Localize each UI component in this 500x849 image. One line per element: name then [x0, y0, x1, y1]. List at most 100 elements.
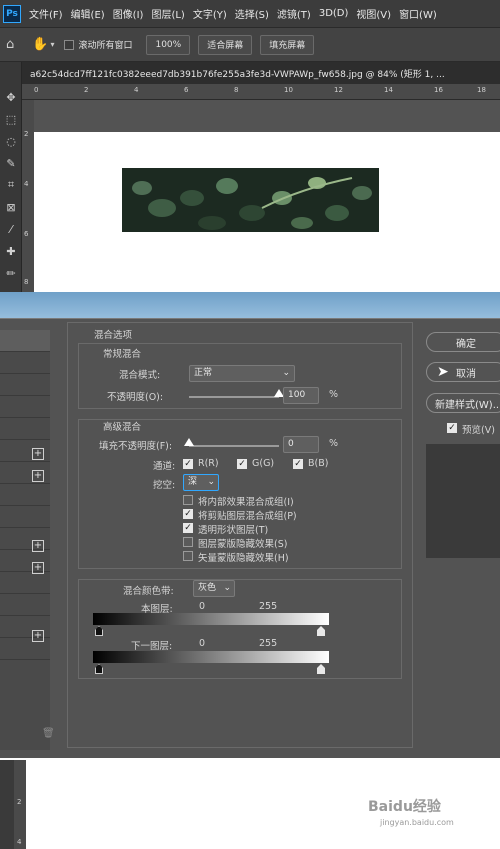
ok-button[interactable]: 确定 — [426, 332, 500, 352]
chevron-down-icon: ⌄ — [223, 583, 231, 593]
quick-select-tool-icon[interactable]: ✎ — [0, 152, 22, 174]
style-row[interactable] — [0, 506, 50, 528]
menu-filter[interactable]: 滤镜(T) — [277, 6, 311, 21]
fill-opacity-slider-handle[interactable] — [184, 438, 194, 446]
crop-tool-icon[interactable]: ⌗ — [0, 174, 22, 196]
ruler-tick: 2 — [17, 798, 22, 806]
blend-if-value: 灰色 — [198, 583, 217, 593]
style-row[interactable] — [0, 352, 50, 374]
scroll-all-checkbox[interactable] — [64, 39, 75, 50]
knockout-label: 挖空: — [153, 480, 176, 491]
style-row[interactable] — [0, 418, 50, 440]
frame-tool-icon[interactable]: ⊠ — [0, 196, 22, 218]
styles-list-panel: + + + + + 🗑 — [0, 330, 55, 750]
fill-screen-button[interactable]: 填充屏幕 — [260, 34, 315, 55]
this-layer-white-stop[interactable] — [317, 626, 325, 636]
trash-icon[interactable]: 🗑 — [42, 728, 55, 739]
zoom-100-button[interactable]: 100% — [146, 34, 191, 55]
blend-mode-select[interactable]: 正常 ⌄ — [189, 365, 295, 382]
style-row[interactable] — [0, 484, 50, 506]
ruler-tick: 6 — [184, 86, 189, 94]
ruler-tick: 4 — [17, 838, 22, 846]
menu-bar: Ps 文件(F) 编辑(E) 图像(I) 图层(L) 文字(Y) 选择(S) 滤… — [0, 0, 500, 28]
this-layer-gradient-bar — [93, 613, 329, 625]
hand-tool-icon[interactable]: ✋ — [32, 37, 48, 52]
add-effect-icon[interactable]: + — [32, 562, 44, 574]
menu-window[interactable]: 窗口(W) — [399, 6, 437, 21]
add-effect-icon[interactable]: + — [32, 540, 44, 552]
underlying-layer-min-value: 0 — [199, 638, 206, 649]
fill-opacity-input[interactable]: 0 — [283, 436, 319, 453]
channel-g-label: G(G) — [252, 458, 275, 469]
menu-layer[interactable]: 图层(L) — [151, 6, 184, 21]
vector-mask-hides-effects-checkbox[interactable] — [183, 551, 193, 561]
vector-mask-hides-effects-label: 矢量蒙版隐藏效果(H) — [198, 553, 289, 564]
style-row[interactable] — [0, 594, 50, 616]
ruler-tick: 8 — [24, 278, 29, 286]
style-row-selected[interactable] — [0, 330, 50, 352]
eyedropper-tool-icon[interactable]: ⁄ — [0, 218, 22, 240]
channels-label: 通道: — [153, 461, 176, 472]
style-row[interactable] — [0, 396, 50, 418]
marquee-tool-icon[interactable]: ⬚ — [0, 108, 22, 130]
knockout-select[interactable]: 深 ⌄ — [183, 474, 219, 491]
channel-r-label: R(R) — [198, 458, 219, 469]
layer-mask-hides-effects-checkbox[interactable] — [183, 537, 193, 547]
underlying-layer-white-stop[interactable] — [317, 664, 325, 674]
menu-view[interactable]: 视图(V) — [356, 6, 391, 21]
healing-brush-tool-icon[interactable]: ✚ — [0, 240, 22, 262]
add-effect-icon[interactable]: + — [32, 448, 44, 460]
blending-options-panel: 混合选项 常规混合 混合模式: 正常 ⌄ 不透明度(O): 100 % 高级混合… — [67, 322, 413, 748]
channel-b-checkbox[interactable]: ✓ — [293, 459, 303, 469]
underlying-layer-black-stop[interactable] — [95, 664, 103, 674]
blend-clipped-layers-checkbox[interactable]: ✓ — [183, 509, 193, 519]
menu-type[interactable]: 文字(Y) — [193, 6, 227, 21]
fill-opacity-label: 填充不透明度(F): — [99, 441, 173, 452]
transparency-shapes-layer-checkbox[interactable]: ✓ — [183, 523, 193, 533]
blend-interior-effects-checkbox[interactable] — [183, 495, 193, 505]
fit-screen-button[interactable]: 适合屏幕 — [198, 34, 253, 55]
preview-checkbox[interactable]: ✓ — [447, 423, 457, 433]
menu-select[interactable]: 选择(S) — [235, 6, 269, 21]
menu-3d[interactable]: 3D(D) — [319, 8, 349, 19]
style-row[interactable] — [0, 374, 50, 396]
style-row[interactable] — [0, 572, 50, 594]
underlying-layer-label: 下一图层: — [131, 641, 173, 652]
leaves-image — [122, 168, 379, 232]
general-blending-group: 常规混合 混合模式: 正常 ⌄ 不透明度(O): 100 % — [78, 343, 402, 409]
add-effect-icon[interactable]: + — [32, 470, 44, 482]
underlying-layer-gradient-bar — [93, 651, 329, 663]
blend-interior-effects-label: 将内部效果混合成组(I) — [198, 497, 294, 508]
advanced-blending-title: 高级混合 — [103, 422, 142, 433]
section-title-blend-options: 混合选项 — [94, 330, 133, 341]
add-effect-icon[interactable]: + — [32, 630, 44, 642]
opacity-slider-track[interactable] — [189, 396, 279, 398]
document-tab[interactable]: a62c54dcd7ff121fc0382eeed7db391b76fe255a… — [22, 62, 500, 84]
chevron-down-icon[interactable]: ▾ — [50, 40, 54, 49]
channel-g-checkbox[interactable]: ✓ — [237, 459, 247, 469]
baidu-jingyan-watermark: Baidu经验 — [368, 799, 441, 815]
home-icon[interactable]: ⌂ — [6, 37, 14, 52]
new-style-button[interactable]: 新建样式(W)... — [426, 393, 500, 413]
menu-edit[interactable]: 编辑(E) — [71, 6, 105, 21]
chevron-down-icon: ⌄ — [207, 477, 215, 487]
ruler-tick: 6 — [24, 230, 29, 238]
tools-panel: ✥ ⬚ ◌ ✎ ⌗ ⊠ ⁄ ✚ ✏ — [0, 62, 22, 292]
lasso-tool-icon[interactable]: ◌ — [0, 130, 22, 152]
blend-mode-value: 正常 — [194, 368, 213, 378]
layer-mask-hides-effects-label: 图层蒙版隐藏效果(S) — [198, 539, 288, 550]
ruler-left: 2 4 6 8 — [22, 100, 34, 295]
ruler-tick: 2 — [84, 86, 89, 94]
leaves-photo-layer[interactable] — [122, 168, 379, 232]
fill-opacity-slider-track[interactable] — [189, 445, 279, 447]
menu-image[interactable]: 图像(I) — [113, 6, 144, 21]
ruler-tick: 10 — [284, 86, 293, 94]
this-layer-max-value: 255 — [259, 601, 278, 612]
blend-if-select[interactable]: 灰色 ⌄ — [193, 580, 235, 597]
menu-file[interactable]: 文件(F) — [29, 6, 63, 21]
brush-tool-icon[interactable]: ✏ — [0, 262, 22, 284]
move-tool-icon[interactable]: ✥ — [0, 86, 22, 108]
this-layer-black-stop[interactable] — [95, 626, 103, 636]
opacity-input[interactable]: 100 — [283, 387, 319, 404]
channel-r-checkbox[interactable]: ✓ — [183, 459, 193, 469]
